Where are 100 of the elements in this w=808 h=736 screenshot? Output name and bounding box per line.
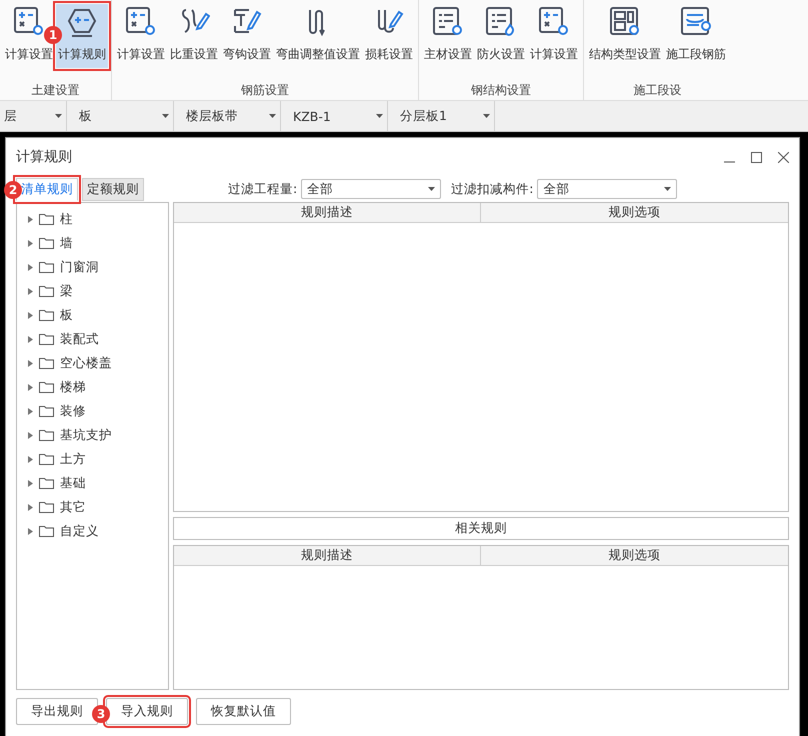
ribbon-button[interactable]: 弯钩设置 — [221, 4, 273, 68]
caret-icon — [483, 114, 490, 118]
collapsed-arrow-icon[interactable] — [27, 456, 33, 462]
action-button[interactable]: 恢复默认值 — [196, 698, 291, 725]
callout-badge: 2 — [4, 180, 22, 198]
ribbon-button[interactable]: 计算设置 — [115, 4, 167, 68]
ribbon-button[interactable]: 主材设置 — [422, 4, 474, 68]
ribbon-button[interactable]: 弯曲调整值设置 — [274, 4, 362, 68]
group-label: 钢筋设置 — [241, 82, 289, 99]
calculator-gear-icon — [13, 6, 45, 38]
tree-item[interactable]: 自定义 — [17, 519, 168, 543]
caret-icon — [269, 114, 276, 118]
hexagon-plus-minus-icon — [66, 6, 98, 38]
callout-badge: 1 — [44, 26, 62, 44]
collapsed-arrow-icon[interactable] — [27, 432, 33, 438]
tree-item[interactable]: 柱 — [17, 207, 168, 231]
ribbon-button[interactable]: 施工段钢筋 — [664, 4, 728, 68]
tree-label: 梁 — [60, 282, 73, 300]
panel-gear-icon — [680, 6, 712, 38]
collapsed-arrow-icon[interactable] — [27, 480, 33, 486]
collapsed-arrow-icon[interactable] — [27, 288, 33, 294]
related-rules-header: 相关规则 — [173, 517, 789, 540]
tree-label: 门窗洞 — [60, 258, 99, 276]
folder-icon — [39, 237, 54, 249]
tree-item[interactable]: 楼梯 — [17, 375, 168, 399]
tree-item[interactable]: 基坑支护 — [17, 423, 168, 447]
ribbon-button[interactable]: 损耗设置 — [363, 4, 415, 68]
ribbon-button[interactable]: 防火设置 — [475, 4, 527, 68]
group-label: 施工段设 — [634, 82, 682, 99]
folder-icon — [39, 261, 54, 273]
column-header: 规则描述 — [174, 546, 481, 565]
grid-gear-icon — [609, 6, 641, 38]
folder-icon — [39, 453, 54, 465]
tree-item[interactable]: 其它 — [17, 495, 168, 519]
close-icon[interactable] — [778, 152, 789, 162]
tree-item[interactable]: 空心楼盖 — [17, 351, 168, 375]
tab[interactable]: 定额规则 — [82, 178, 144, 200]
tree-label: 其它 — [60, 498, 86, 516]
ribbon-button[interactable]: 结构类型设置 — [587, 4, 663, 68]
caret-icon — [376, 114, 383, 118]
folder-icon — [39, 525, 54, 537]
tree-label: 柱 — [60, 210, 73, 228]
caret-icon — [428, 187, 436, 191]
calculator-gear-icon — [125, 6, 157, 38]
tree-item[interactable]: 板 — [17, 303, 168, 327]
caret-icon — [55, 114, 62, 118]
tree-label: 土方 — [60, 450, 86, 468]
folder-icon — [39, 309, 54, 321]
filter-dropdown[interactable]: 全部 — [301, 179, 442, 199]
collapsed-arrow-icon[interactable] — [27, 408, 33, 414]
tree-item[interactable]: 土方 — [17, 447, 168, 471]
collapsed-arrow-icon[interactable] — [27, 384, 33, 390]
action-button[interactable]: 导出规则 — [16, 698, 98, 725]
collapsed-arrow-icon[interactable] — [27, 264, 33, 270]
caret-icon — [162, 114, 169, 118]
tree-item[interactable]: 基础 — [17, 471, 168, 495]
filter-dropdown[interactable]: 全部 — [537, 179, 678, 199]
collapsed-arrow-icon[interactable] — [27, 240, 33, 246]
tree-label: 装配式 — [60, 330, 99, 348]
tree-label: 墙 — [60, 234, 73, 252]
collapsed-arrow-icon[interactable] — [27, 336, 33, 342]
filter-label: 过滤工程量: — [228, 180, 298, 198]
folder-icon — [39, 405, 54, 417]
folder-icon — [39, 477, 54, 489]
folder-icon — [39, 213, 54, 225]
action-button[interactable]: 导入规则 — [106, 698, 188, 725]
tree-item[interactable]: 墙 — [17, 231, 168, 255]
collapsed-arrow-icon[interactable] — [27, 504, 33, 510]
list-gear-icon — [432, 6, 464, 38]
calculator-gear-icon — [538, 6, 570, 38]
tree-label: 空心楼盖 — [60, 354, 112, 372]
collapsed-arrow-icon[interactable] — [27, 528, 33, 534]
tree-item[interactable]: 门窗洞 — [17, 255, 168, 279]
ribbon-button[interactable]: 比重设置 — [168, 4, 220, 68]
dialog-title: 计算规则 — [16, 148, 72, 166]
ribbon-button[interactable]: 计算规则 — [56, 4, 108, 68]
filter-label: 过滤扣减构件: — [451, 180, 534, 198]
tree-label: 板 — [60, 306, 73, 324]
group-label: 钢结构设置 — [471, 82, 531, 99]
ribbon-button[interactable]: 计算设置 — [528, 4, 580, 68]
folder-icon — [39, 501, 54, 513]
collapsed-arrow-icon[interactable] — [27, 312, 33, 318]
maximize-icon[interactable] — [751, 152, 762, 162]
caret-icon — [664, 187, 672, 191]
collapsed-arrow-icon[interactable] — [27, 216, 33, 222]
folder-icon — [39, 333, 54, 345]
tree-label: 基坑支护 — [60, 426, 112, 444]
tree-item[interactable]: 梁 — [17, 279, 168, 303]
tree-item[interactable]: 装修 — [17, 399, 168, 423]
tree-item[interactable]: 装配式 — [17, 327, 168, 351]
column-header: 规则选项 — [608, 546, 662, 564]
tree-label: 自定义 — [60, 522, 99, 540]
folder-icon — [39, 381, 54, 393]
folder-icon — [39, 285, 54, 297]
folder-icon — [39, 429, 54, 441]
column-header: 规则描述 — [174, 203, 481, 222]
folder-icon — [39, 357, 54, 369]
column-header: 规则选项 — [608, 203, 662, 221]
group-label: 土建设置 — [32, 82, 80, 99]
collapsed-arrow-icon[interactable] — [27, 360, 33, 366]
